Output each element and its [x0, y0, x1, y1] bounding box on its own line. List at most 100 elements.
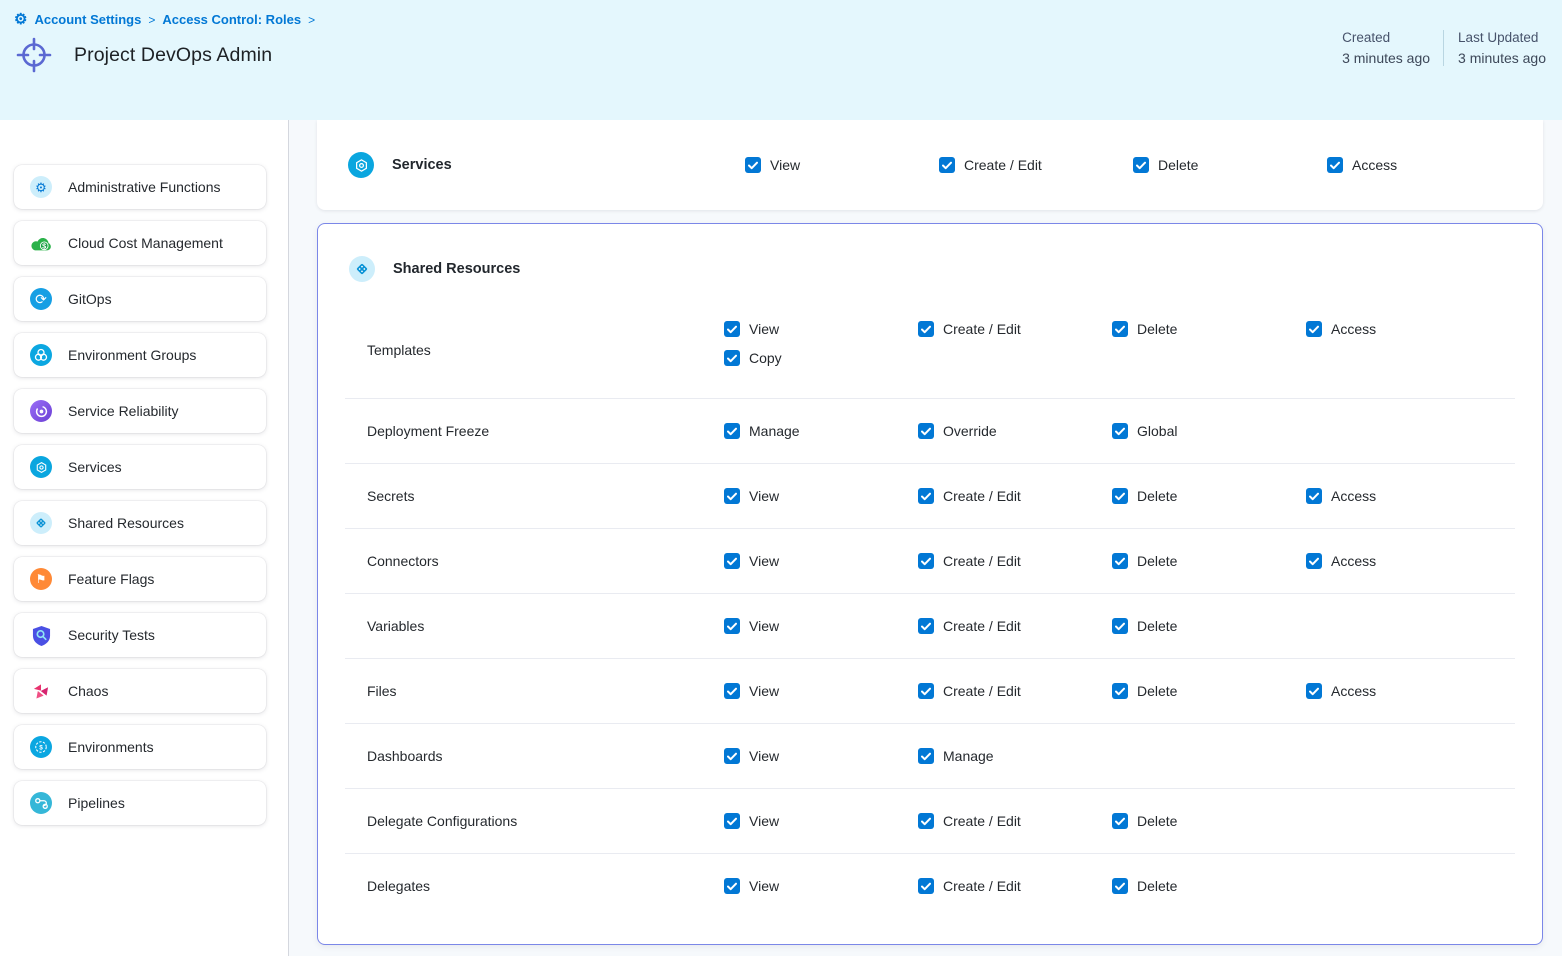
checked-checkbox-icon[interactable] [939, 157, 955, 173]
checked-checkbox-icon[interactable] [918, 321, 934, 337]
content-area: ⚙Administrative Functions $Cloud Cost Man… [0, 120, 1562, 956]
permission-checkbox-delete[interactable]: Delete [1112, 321, 1306, 337]
permission-cell: View [724, 813, 918, 829]
checked-checkbox-icon[interactable] [918, 553, 934, 569]
checked-checkbox-icon[interactable] [724, 683, 740, 699]
checked-checkbox-icon[interactable] [1112, 618, 1128, 634]
checked-checkbox-icon[interactable] [724, 423, 740, 439]
permission-checkbox-delete[interactable]: Delete [1112, 488, 1306, 504]
sidebar-item-environments[interactable]: $Environments [14, 725, 266, 769]
permission-checkbox-create-edit[interactable]: Create / Edit [918, 813, 1112, 829]
breadcrumb-access-control-roles[interactable]: Access Control: Roles [162, 12, 301, 27]
permission-checkbox-global[interactable]: Global [1112, 423, 1306, 439]
checked-checkbox-icon[interactable] [1306, 488, 1322, 504]
sidebar-item-shared-resources[interactable]: Shared Resources [14, 501, 266, 545]
checked-checkbox-icon[interactable] [918, 618, 934, 634]
permission-checkbox-access[interactable]: Access [1327, 157, 1543, 173]
sidebar-item-pipelines[interactable]: Pipelines [14, 781, 266, 825]
permission-label: Delete [1137, 683, 1177, 699]
checked-checkbox-icon[interactable] [724, 321, 740, 337]
checked-checkbox-icon[interactable] [1327, 157, 1343, 173]
resource-name: Templates [345, 342, 724, 358]
settings-gear-icon: ⚙ [14, 12, 27, 27]
checked-checkbox-icon[interactable] [724, 488, 740, 504]
sidebar-item-service-reliability[interactable]: Service Reliability [14, 389, 266, 433]
permission-checkbox-delete[interactable]: Delete [1112, 878, 1306, 894]
checked-checkbox-icon[interactable] [1306, 683, 1322, 699]
permission-checkbox-view[interactable]: View [724, 618, 918, 634]
permission-checkbox-view[interactable]: View [724, 748, 918, 764]
checked-checkbox-icon[interactable] [1112, 683, 1128, 699]
sidebar-item-feature-flags[interactable]: ⚑Feature Flags [14, 557, 266, 601]
sidebar-item-administrative-functions[interactable]: ⚙Administrative Functions [14, 165, 266, 209]
checked-checkbox-icon[interactable] [918, 748, 934, 764]
permission-cell: Delete [1112, 553, 1306, 569]
checked-checkbox-icon[interactable] [1112, 423, 1128, 439]
permission-cell: Delete [1112, 813, 1306, 829]
permission-checkbox-create-edit[interactable]: Create / Edit [918, 321, 1112, 337]
permission-checkbox-view[interactable]: View [724, 683, 918, 699]
permission-checkbox-access[interactable]: Access [1306, 321, 1515, 337]
checked-checkbox-icon[interactable] [724, 553, 740, 569]
permission-checkbox-delete[interactable]: Delete [1133, 157, 1327, 173]
permission-checkbox-view[interactable]: View [724, 553, 918, 569]
permission-checkbox-manage[interactable]: Manage [918, 748, 1112, 764]
checked-checkbox-icon[interactable] [724, 350, 740, 366]
permission-label: Create / Edit [964, 157, 1042, 173]
checked-checkbox-icon[interactable] [1112, 813, 1128, 829]
title-row: Project DevOps Admin [14, 36, 1546, 74]
sidebar-item-services[interactable]: Services [14, 445, 266, 489]
permission-checkbox-create-edit[interactable]: Create / Edit [918, 553, 1112, 569]
breadcrumb-account-settings[interactable]: Account Settings [34, 12, 141, 27]
checked-checkbox-icon[interactable] [724, 748, 740, 764]
checked-checkbox-icon[interactable] [1133, 157, 1149, 173]
checked-checkbox-icon[interactable] [918, 813, 934, 829]
checked-checkbox-icon[interactable] [1112, 878, 1128, 894]
permission-checkbox-delete[interactable]: Delete [1112, 618, 1306, 634]
checked-checkbox-icon[interactable] [918, 878, 934, 894]
checked-checkbox-icon[interactable] [724, 618, 740, 634]
permission-checkbox-delete[interactable]: Delete [1112, 553, 1306, 569]
permission-cell: Create / Edit [939, 157, 1133, 173]
permission-checkbox-override[interactable]: Override [918, 423, 1112, 439]
permission-cell: Delete [1133, 157, 1327, 173]
permission-checkbox-view[interactable]: View [724, 878, 918, 894]
checked-checkbox-icon[interactable] [1306, 321, 1322, 337]
permission-checkbox-access[interactable]: Access [1306, 683, 1515, 699]
resource-row-connectors: ConnectorsViewCreate / EditDeleteAccess [345, 528, 1515, 593]
permission-checkbox-view[interactable]: View [724, 813, 918, 829]
permission-label: View [770, 157, 800, 173]
checked-checkbox-icon[interactable] [745, 157, 761, 173]
flag-icon: ⚑ [30, 568, 52, 590]
permission-checkbox-access[interactable]: Access [1306, 488, 1515, 504]
permission-checkbox-create-edit[interactable]: Create / Edit [918, 878, 1112, 894]
permission-checkbox-create-edit[interactable]: Create / Edit [939, 157, 1133, 173]
sidebar-item-gitops[interactable]: ⟳GitOps [14, 277, 266, 321]
services-hexagon-icon [348, 152, 374, 178]
permission-checkbox-delete[interactable]: Delete [1112, 813, 1306, 829]
permission-checkbox-copy[interactable]: Copy [724, 350, 918, 366]
checked-checkbox-icon[interactable] [724, 813, 740, 829]
checked-checkbox-icon[interactable] [918, 423, 934, 439]
permission-checkbox-view[interactable]: View [724, 488, 918, 504]
permission-checkbox-view[interactable]: View [745, 157, 939, 173]
checked-checkbox-icon[interactable] [724, 878, 740, 894]
sidebar-item-security-tests[interactable]: Security Tests [14, 613, 266, 657]
checked-checkbox-icon[interactable] [1112, 321, 1128, 337]
sidebar-item-cloud-cost-management[interactable]: $Cloud Cost Management [14, 221, 266, 265]
checked-checkbox-icon[interactable] [1112, 488, 1128, 504]
permission-checkbox-manage[interactable]: Manage [724, 423, 918, 439]
permission-checkbox-delete[interactable]: Delete [1112, 683, 1306, 699]
permission-checkbox-view[interactable]: View [724, 321, 918, 337]
permission-checkbox-create-edit[interactable]: Create / Edit [918, 488, 1112, 504]
services-permissions-card: Services ViewCreate / EditDeleteAccess [317, 120, 1543, 210]
permission-checkbox-create-edit[interactable]: Create / Edit [918, 683, 1112, 699]
sidebar-item-environment-groups[interactable]: Environment Groups [14, 333, 266, 377]
permission-checkbox-create-edit[interactable]: Create / Edit [918, 618, 1112, 634]
sidebar-item-chaos[interactable]: Chaos [14, 669, 266, 713]
checked-checkbox-icon[interactable] [1306, 553, 1322, 569]
checked-checkbox-icon[interactable] [918, 488, 934, 504]
checked-checkbox-icon[interactable] [1112, 553, 1128, 569]
permission-checkbox-access[interactable]: Access [1306, 553, 1515, 569]
checked-checkbox-icon[interactable] [918, 683, 934, 699]
